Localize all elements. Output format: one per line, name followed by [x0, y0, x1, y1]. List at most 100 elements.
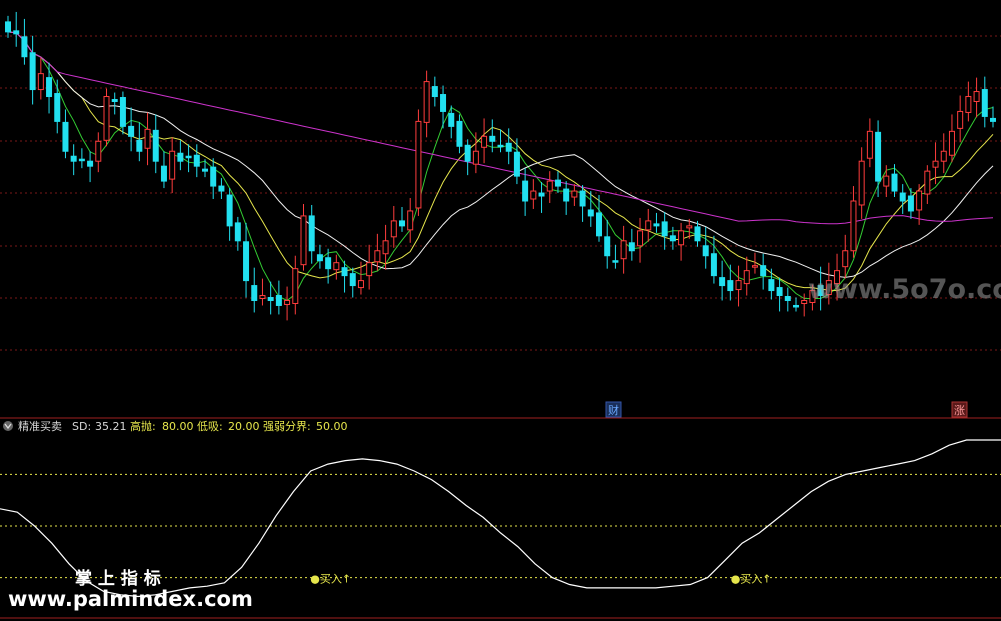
candle — [587, 191, 594, 227]
candle — [13, 11, 20, 47]
candle — [645, 208, 652, 242]
candle — [899, 184, 906, 214]
candle — [464, 139, 471, 176]
candle — [136, 122, 143, 162]
candle — [46, 62, 53, 114]
candle — [513, 138, 520, 185]
candle — [481, 118, 488, 164]
candle — [612, 244, 619, 269]
field-mid-value: 50.00 — [316, 420, 348, 433]
candle — [628, 228, 635, 261]
candle — [735, 265, 742, 307]
field-mid-label: 强弱分界: — [263, 420, 311, 433]
candle — [440, 85, 447, 129]
candle — [144, 112, 151, 166]
buy-signal-label: ●买入↑ — [310, 573, 351, 586]
candle — [160, 151, 167, 189]
candle — [177, 140, 184, 171]
candle — [128, 107, 135, 152]
candle — [87, 151, 94, 183]
candle — [366, 244, 373, 290]
candle — [727, 264, 734, 301]
candle — [423, 70, 430, 138]
candle — [95, 132, 102, 173]
candle — [973, 77, 980, 118]
candle — [251, 267, 258, 313]
candle — [875, 120, 882, 198]
watermark-5o7o: www.5o7o.com — [808, 274, 1001, 305]
candle — [563, 181, 570, 215]
field-sd-value: 35.21 — [95, 420, 127, 433]
buy-signal-label: ●买入↑ — [731, 573, 772, 586]
field-high-value: 80.00 — [162, 420, 194, 433]
candle — [743, 256, 750, 296]
candle — [193, 144, 200, 178]
candle — [694, 220, 701, 247]
candle — [62, 109, 69, 159]
candle — [710, 235, 717, 284]
candle — [103, 88, 110, 147]
candle — [399, 206, 405, 232]
candle — [538, 182, 545, 213]
watermark-brand: 掌 上 指 标 — [75, 568, 161, 589]
candle — [407, 198, 414, 243]
candle — [850, 186, 857, 258]
field-sd-label: SD: — [72, 420, 91, 433]
candle — [505, 128, 512, 165]
candle — [308, 204, 315, 264]
stock-chart: 财 涨 精准买卖 SD: 35.21 高抛: 80.00 低吸: 20.00 强… — [0, 11, 1001, 619]
field-low-label: 低吸: — [197, 420, 223, 433]
candle — [776, 277, 783, 312]
candle — [981, 76, 988, 128]
indicator-header: 精准买卖 SD: 35.21 高抛: 80.00 低吸: 20.00 强弱分界:… — [3, 419, 348, 433]
candle — [620, 225, 627, 274]
indicator-name: 精准买卖 — [18, 420, 62, 433]
candle — [218, 178, 225, 200]
candle — [719, 260, 726, 301]
candle — [300, 203, 307, 271]
candle — [579, 185, 586, 222]
candle — [497, 129, 504, 153]
field-low-value: 20.00 — [228, 420, 260, 433]
candle — [760, 253, 767, 290]
candle — [842, 234, 849, 279]
candle — [431, 76, 438, 107]
candle — [637, 217, 644, 263]
candle — [292, 255, 299, 315]
indicator-reference-lines — [0, 473, 1001, 579]
candle — [316, 244, 323, 269]
candle — [678, 222, 685, 261]
candle — [390, 205, 397, 248]
candle — [5, 15, 11, 38]
candle — [284, 286, 291, 321]
candle — [661, 211, 668, 250]
field-high-label: 高抛: — [130, 419, 156, 433]
candle — [957, 95, 964, 143]
candle — [78, 148, 85, 169]
candle — [768, 268, 775, 300]
candle — [111, 92, 118, 115]
candle — [275, 280, 282, 315]
candle — [702, 226, 709, 269]
candle — [456, 114, 463, 154]
candle — [858, 147, 865, 219]
candle — [152, 114, 159, 174]
candle — [604, 219, 611, 269]
candle — [169, 137, 176, 194]
candle — [653, 212, 660, 233]
candle — [29, 35, 36, 105]
collapse-icon[interactable] — [3, 421, 13, 431]
candle — [185, 144, 192, 173]
candle — [948, 114, 955, 163]
candle — [21, 18, 28, 65]
candle — [940, 133, 947, 174]
candle — [793, 297, 799, 312]
candle — [349, 267, 356, 298]
candle — [990, 106, 996, 128]
candle — [784, 287, 791, 312]
candle — [546, 171, 553, 203]
candle — [530, 179, 537, 209]
candle — [554, 171, 561, 194]
candle — [259, 278, 266, 306]
candle — [226, 188, 233, 241]
